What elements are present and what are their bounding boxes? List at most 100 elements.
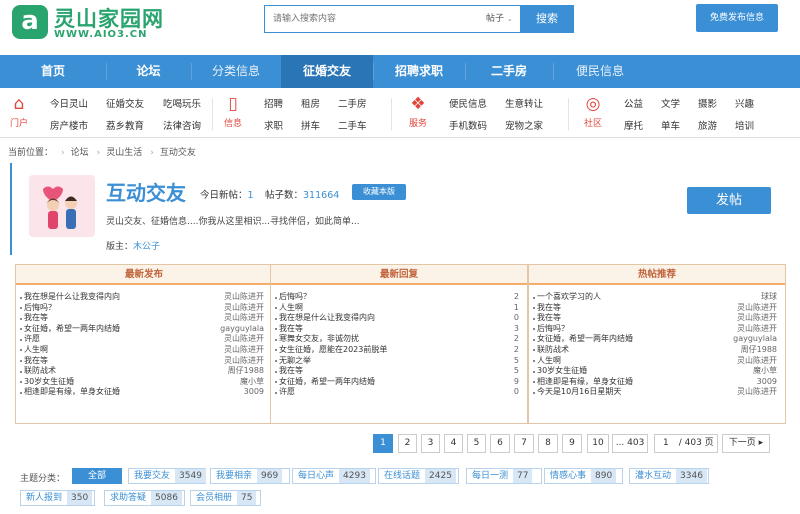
subnav-link[interactable]: 便民信息	[449, 96, 487, 110]
nav-classifieds[interactable]: 分类信息	[191, 55, 281, 88]
nav-jobs[interactable]: 招聘求职	[373, 55, 465, 88]
post-author[interactable]: 周仔1988	[228, 366, 264, 377]
post-author[interactable]: 灵山陈进开	[224, 334, 264, 345]
post-author[interactable]: 灵山陈进开	[224, 292, 264, 303]
post-author[interactable]: 灵山陈进开	[224, 313, 264, 324]
post-title-link[interactable]: 后悔吗？	[279, 292, 311, 301]
subnav-link[interactable]: 摩托	[624, 118, 643, 132]
post-title-link[interactable]: 我在等	[24, 313, 48, 322]
new-post-button[interactable]: 发帖	[687, 187, 771, 214]
post-title-link[interactable]: 我在等	[537, 303, 561, 312]
post-author[interactable]: 灵山陈进开	[737, 303, 777, 314]
tag-filter[interactable]: 灌水互动 3346	[629, 468, 709, 484]
post-author[interactable]: 灵山陈进开	[224, 356, 264, 367]
page-link[interactable]: 8	[538, 434, 558, 453]
subnav-link[interactable]: 单车	[661, 118, 680, 132]
subnav-link[interactable]: 兴趣	[735, 96, 754, 110]
nav-convenience[interactable]: 便民信息	[553, 55, 647, 88]
subnav-community-link[interactable]: ◎ 社区	[580, 94, 606, 129]
subnav-link[interactable]: 二手车	[338, 118, 367, 132]
post-author[interactable]: gayguylala	[220, 324, 264, 335]
post-title-link[interactable]: 我在等	[537, 313, 561, 322]
post-author[interactable]: 灵山陈进开	[737, 324, 777, 335]
breadcrumb-link[interactable]: 论坛	[71, 148, 89, 158]
post-author[interactable]: 魔小草	[240, 377, 264, 388]
subnav-link[interactable]: 法律咨询	[163, 118, 201, 132]
tag-filter[interactable]: 我要相亲 969	[210, 468, 290, 484]
subnav-link[interactable]: 求职	[264, 118, 283, 132]
tag-filter[interactable]: 会员相册 75	[190, 490, 261, 506]
search-category-select[interactable]: 帖子 ⌄	[480, 5, 520, 33]
post-author[interactable]: 灵山陈进开	[737, 387, 777, 398]
post-title-link[interactable]: 后悔吗？	[537, 324, 569, 333]
post-title-link[interactable]: 我在等	[24, 356, 48, 365]
nav-dating[interactable]: 征婚交友	[281, 55, 373, 88]
subnav-portal-link[interactable]: ⌂ 门户	[6, 94, 32, 129]
post-title-link[interactable]: 相逢即是有缘，单身女征婚	[24, 387, 120, 396]
page-link[interactable]: 5	[467, 434, 486, 453]
post-title-link[interactable]: 一个喜欢学习的人	[537, 292, 601, 301]
tag-filter[interactable]: 情感心事 890	[544, 468, 623, 484]
post-title-link[interactable]: 人生啊	[24, 345, 48, 354]
post-title-link[interactable]: 女生征婚，愿能在2023前脱单	[279, 345, 387, 354]
page-link[interactable]: 3	[421, 434, 440, 453]
post-title-link[interactable]: 我在等	[279, 366, 303, 375]
post-title-link[interactable]: 女征婚，希望一两年内结婚	[537, 334, 633, 343]
breadcrumb-link[interactable]: 灵山生活	[106, 148, 142, 158]
page-link[interactable]: 6	[490, 434, 510, 453]
post-author[interactable]: 灵山陈进开	[737, 313, 777, 324]
subnav-link[interactable]: 摄影	[698, 96, 717, 110]
site-logo[interactable]: a 灵山家园网 WWW.AIO3.CN	[12, 3, 212, 47]
post-title-link[interactable]: 我在想是什么让我变得内向	[279, 313, 375, 322]
page-jump-input[interactable]: 1	[663, 438, 669, 448]
page-link[interactable]: 7	[514, 434, 534, 453]
post-title-link[interactable]: 今天是10月16日星期天	[537, 387, 621, 396]
subnav-link[interactable]: 征婚交友	[106, 96, 144, 110]
post-title-link[interactable]: 30岁女生征婚	[537, 366, 587, 375]
post-title-link[interactable]: 无聊之举	[279, 356, 311, 365]
subnav-link[interactable]: 手机数码	[449, 118, 487, 132]
page-link[interactable]: 10	[587, 434, 609, 453]
tag-filter[interactable]: 我要交友 3549	[128, 468, 206, 484]
post-title-link[interactable]: 女征婚，希望一两年内结婚	[24, 324, 120, 333]
tag-filter[interactable]: 每日一测 77	[466, 468, 542, 484]
subnav-link[interactable]: 旅游	[698, 118, 717, 132]
post-author[interactable]: 周仔1988	[741, 345, 777, 356]
post-title-link[interactable]: 联防战术	[24, 366, 56, 375]
page-link[interactable]: 9	[562, 434, 582, 453]
post-title-link[interactable]: 许愿	[279, 387, 295, 396]
subnav-info-link[interactable]: ▯ 信息	[220, 94, 246, 129]
post-title-link[interactable]: 人生啊	[537, 356, 561, 365]
subnav-link[interactable]: 二手房	[338, 96, 367, 110]
next-page-button[interactable]: 下一页 ▸	[722, 434, 770, 453]
subnav-link[interactable]: 公益	[624, 96, 643, 110]
subnav-link[interactable]: 招聘	[264, 96, 283, 110]
post-title-link[interactable]: 女征婚，希望一两年内结婚	[279, 377, 375, 386]
favorite-board-button[interactable]: 收藏本版	[352, 184, 406, 200]
subnav-service-link[interactable]: ❖ 服务	[405, 94, 431, 129]
subnav-link[interactable]: 房产楼市	[50, 118, 88, 132]
subnav-link[interactable]: 生意转让	[505, 96, 543, 110]
page-link[interactable]: 2	[398, 434, 417, 453]
tag-all[interactable]: 全部	[72, 468, 122, 484]
post-author[interactable]: 灵山陈进开	[224, 303, 264, 314]
post-title-link[interactable]: 相逢即是有缘，单身女征婚	[537, 377, 633, 386]
post-author[interactable]: 3009	[757, 377, 777, 388]
nav-forum[interactable]: 论坛	[106, 55, 191, 88]
post-title-link[interactable]: 人生啊	[279, 303, 303, 312]
page-link[interactable]: ... 403	[612, 434, 648, 453]
post-title-link[interactable]: 后悔吗？	[24, 303, 56, 312]
search-button[interactable]: 搜索	[520, 5, 574, 33]
tag-filter[interactable]: 每日心声 4293	[292, 468, 376, 484]
post-title-link[interactable]: 30岁女生征婚	[24, 377, 74, 386]
subnav-link[interactable]: 拼车	[301, 118, 320, 132]
subnav-link[interactable]: 文学	[661, 96, 680, 110]
post-author[interactable]: gayguylala	[733, 334, 777, 345]
tag-filter[interactable]: 求助答疑 5086	[104, 490, 185, 506]
post-free-info-button[interactable]: 免费发布信息	[696, 4, 778, 32]
subnav-link[interactable]: 今日灵山	[50, 96, 88, 110]
tag-filter[interactable]: 新人报到 350	[20, 490, 95, 506]
subnav-link[interactable]: 吃喝玩乐	[163, 96, 201, 110]
post-title-link[interactable]: 我在等	[279, 324, 303, 333]
subnav-link[interactable]: 租房	[301, 96, 320, 110]
